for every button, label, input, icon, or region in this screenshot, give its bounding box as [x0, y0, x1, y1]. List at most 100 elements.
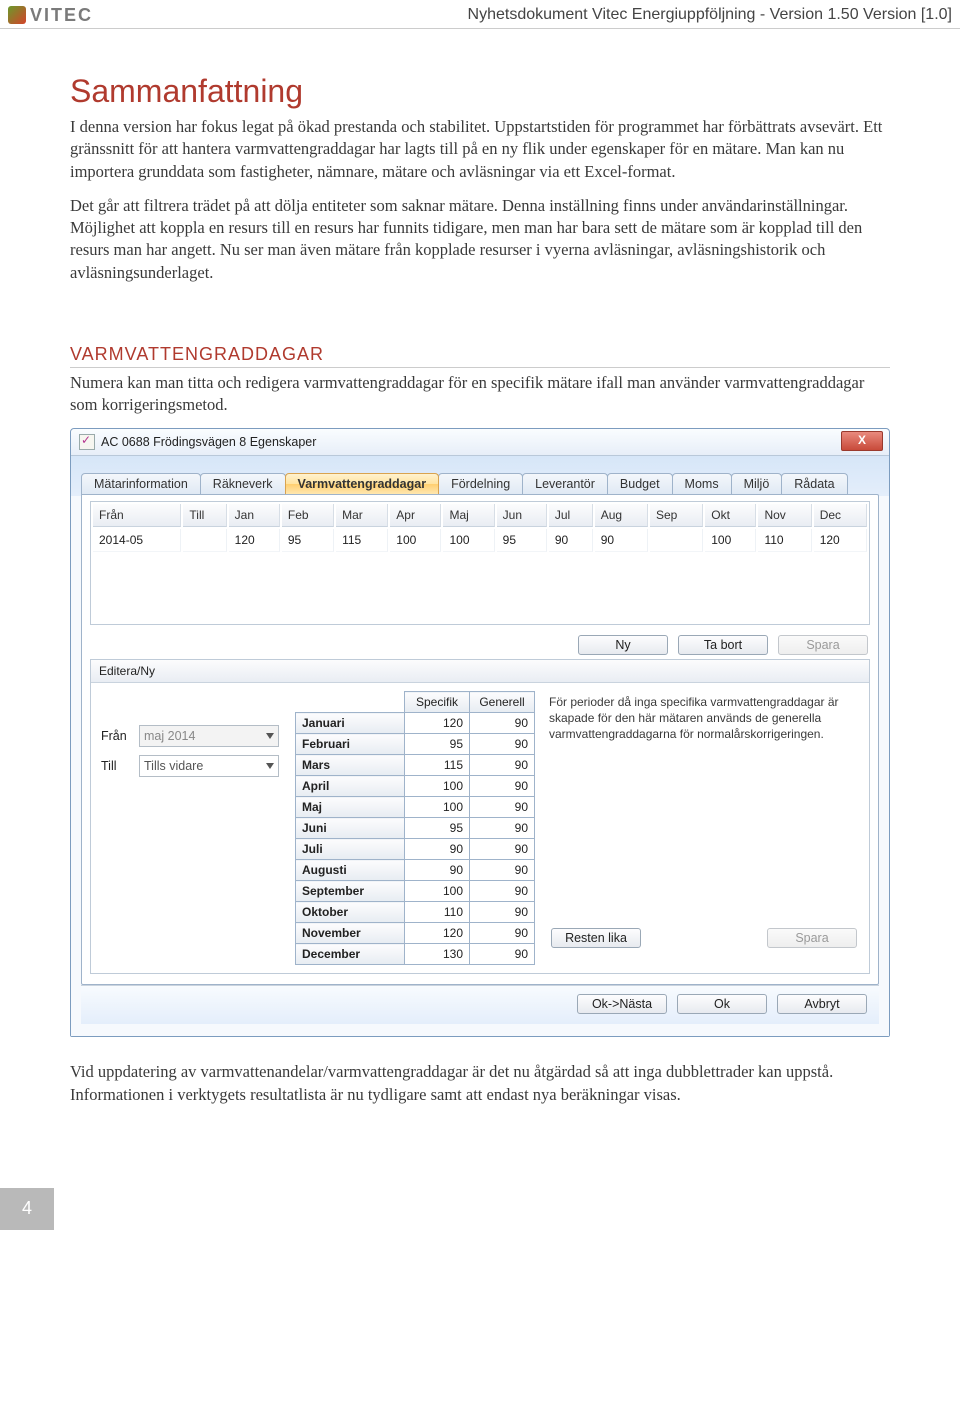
month-specific[interactable]: 100 [405, 776, 470, 797]
cell-nov: 110 [758, 529, 811, 552]
info-text: För perioder då inga specifika varmvatte… [549, 695, 859, 742]
cell-dec: 120 [814, 529, 867, 552]
to-value: Tills vidare [144, 759, 203, 773]
col-nov[interactable]: Nov [758, 504, 811, 527]
table-row[interactable]: 2014-05 120 95 115 100 100 95 90 90 100 [93, 529, 867, 552]
month-specific[interactable]: 90 [405, 839, 470, 860]
tab-radata[interactable]: Rådata [781, 473, 847, 494]
col-feb[interactable]: Feb [282, 504, 334, 527]
cell-feb: 95 [282, 529, 334, 552]
ok-button[interactable]: Ok [677, 994, 767, 1014]
month-specific[interactable]: 95 [405, 734, 470, 755]
month-row[interactable]: Augusti9090 [296, 860, 535, 881]
month-specific[interactable]: 100 [405, 797, 470, 818]
varmvatten-intro: Numera kan man titta och redigera varmva… [70, 372, 890, 417]
cell-jan: 120 [229, 529, 280, 552]
col-maj[interactable]: Maj [443, 504, 494, 527]
save-button-top: Spara [778, 635, 868, 655]
tab-moms[interactable]: Moms [672, 473, 732, 494]
month-row[interactable]: April10090 [296, 776, 535, 797]
month-name: Oktober [296, 902, 405, 923]
month-general: 90 [470, 713, 535, 734]
cell-till [183, 529, 226, 552]
month-general: 90 [470, 755, 535, 776]
month-name: Maj [296, 797, 405, 818]
edit-header: Editera/Ny [91, 660, 869, 683]
month-row[interactable]: November12090 [296, 923, 535, 944]
chevron-down-icon [266, 733, 274, 739]
month-row[interactable]: Maj10090 [296, 797, 535, 818]
cell-jun: 95 [497, 529, 547, 552]
vitec-mark-icon [8, 6, 26, 24]
month-row[interactable]: December13090 [296, 944, 535, 965]
col-sep[interactable]: Sep [650, 504, 703, 527]
from-dropdown[interactable]: maj 2014 [139, 725, 279, 747]
resten-lika-button[interactable]: Resten lika [551, 928, 641, 948]
col-jun[interactable]: Jun [497, 504, 547, 527]
month-name: December [296, 944, 405, 965]
to-dropdown[interactable]: Tills vidare [139, 755, 279, 777]
periods-grid[interactable]: Från Till Jan Feb Mar Apr Maj Jun Jul Au… [90, 501, 870, 625]
cancel-button[interactable]: Avbryt [777, 994, 867, 1014]
tab-varmvattengraddagar[interactable]: Varmvattengraddagar [285, 473, 440, 494]
tab-bar: Mätarinformation Räkneverk Varmvattengra… [81, 464, 879, 494]
tab-miljo[interactable]: Miljö [731, 473, 783, 494]
month-general: 90 [470, 902, 535, 923]
col-specifik: Specifik [405, 692, 470, 713]
month-row[interactable]: September10090 [296, 881, 535, 902]
month-specific[interactable]: 115 [405, 755, 470, 776]
month-table[interactable]: Specifik Generell Januari12090Februari95… [295, 691, 535, 965]
close-button[interactable]: X [841, 431, 883, 451]
month-row[interactable]: Juli9090 [296, 839, 535, 860]
month-row[interactable]: Februari9590 [296, 734, 535, 755]
col-generell: Generell [470, 692, 535, 713]
month-general: 90 [470, 881, 535, 902]
col-fran[interactable]: Från [93, 504, 181, 527]
tab-leverantor[interactable]: Leverantör [522, 473, 608, 494]
month-specific[interactable]: 90 [405, 860, 470, 881]
col-apr[interactable]: Apr [390, 504, 441, 527]
from-value: maj 2014 [144, 729, 195, 743]
month-specific[interactable]: 110 [405, 902, 470, 923]
col-jan[interactable]: Jan [229, 504, 280, 527]
month-general: 90 [470, 839, 535, 860]
col-till[interactable]: Till [183, 504, 226, 527]
month-row[interactable]: Januari12090 [296, 713, 535, 734]
col-jul[interactable]: Jul [549, 504, 593, 527]
vitec-logo: VITEC [8, 5, 93, 26]
month-name: April [296, 776, 405, 797]
month-row[interactable]: Juni9590 [296, 818, 535, 839]
month-row[interactable]: Oktober11090 [296, 902, 535, 923]
tab-fordelning[interactable]: Fördelning [438, 473, 523, 494]
delete-button[interactable]: Ta bort [678, 635, 768, 655]
cell-sep [650, 529, 703, 552]
col-okt[interactable]: Okt [705, 504, 756, 527]
month-specific[interactable]: 95 [405, 818, 470, 839]
new-button[interactable]: Ny [578, 635, 668, 655]
cell-mar: 115 [336, 529, 388, 552]
col-mar[interactable]: Mar [336, 504, 388, 527]
month-row[interactable]: Mars11590 [296, 755, 535, 776]
chevron-down-icon [266, 763, 274, 769]
tab-budget[interactable]: Budget [607, 473, 673, 494]
month-name: Juli [296, 839, 405, 860]
month-specific[interactable]: 130 [405, 944, 470, 965]
tab-rakneverk[interactable]: Räkneverk [200, 473, 286, 494]
page-number: 4 [0, 1188, 54, 1230]
cell-aug: 90 [595, 529, 648, 552]
month-specific[interactable]: 100 [405, 881, 470, 902]
ok-next-button[interactable]: Ok->Nästa [577, 994, 667, 1014]
month-name: September [296, 881, 405, 902]
edit-panel: Editera/Ny Från maj 2014 Til [90, 659, 870, 974]
col-dec[interactable]: Dec [814, 504, 867, 527]
from-label: Från [101, 729, 131, 743]
to-label: Till [101, 759, 131, 773]
month-name: Augusti [296, 860, 405, 881]
month-specific[interactable]: 120 [405, 923, 470, 944]
cell-maj: 100 [443, 529, 494, 552]
cell-fran: 2014-05 [93, 529, 181, 552]
col-aug[interactable]: Aug [595, 504, 648, 527]
tab-matarinformation[interactable]: Mätarinformation [81, 473, 201, 494]
month-specific[interactable]: 120 [405, 713, 470, 734]
month-name: Januari [296, 713, 405, 734]
